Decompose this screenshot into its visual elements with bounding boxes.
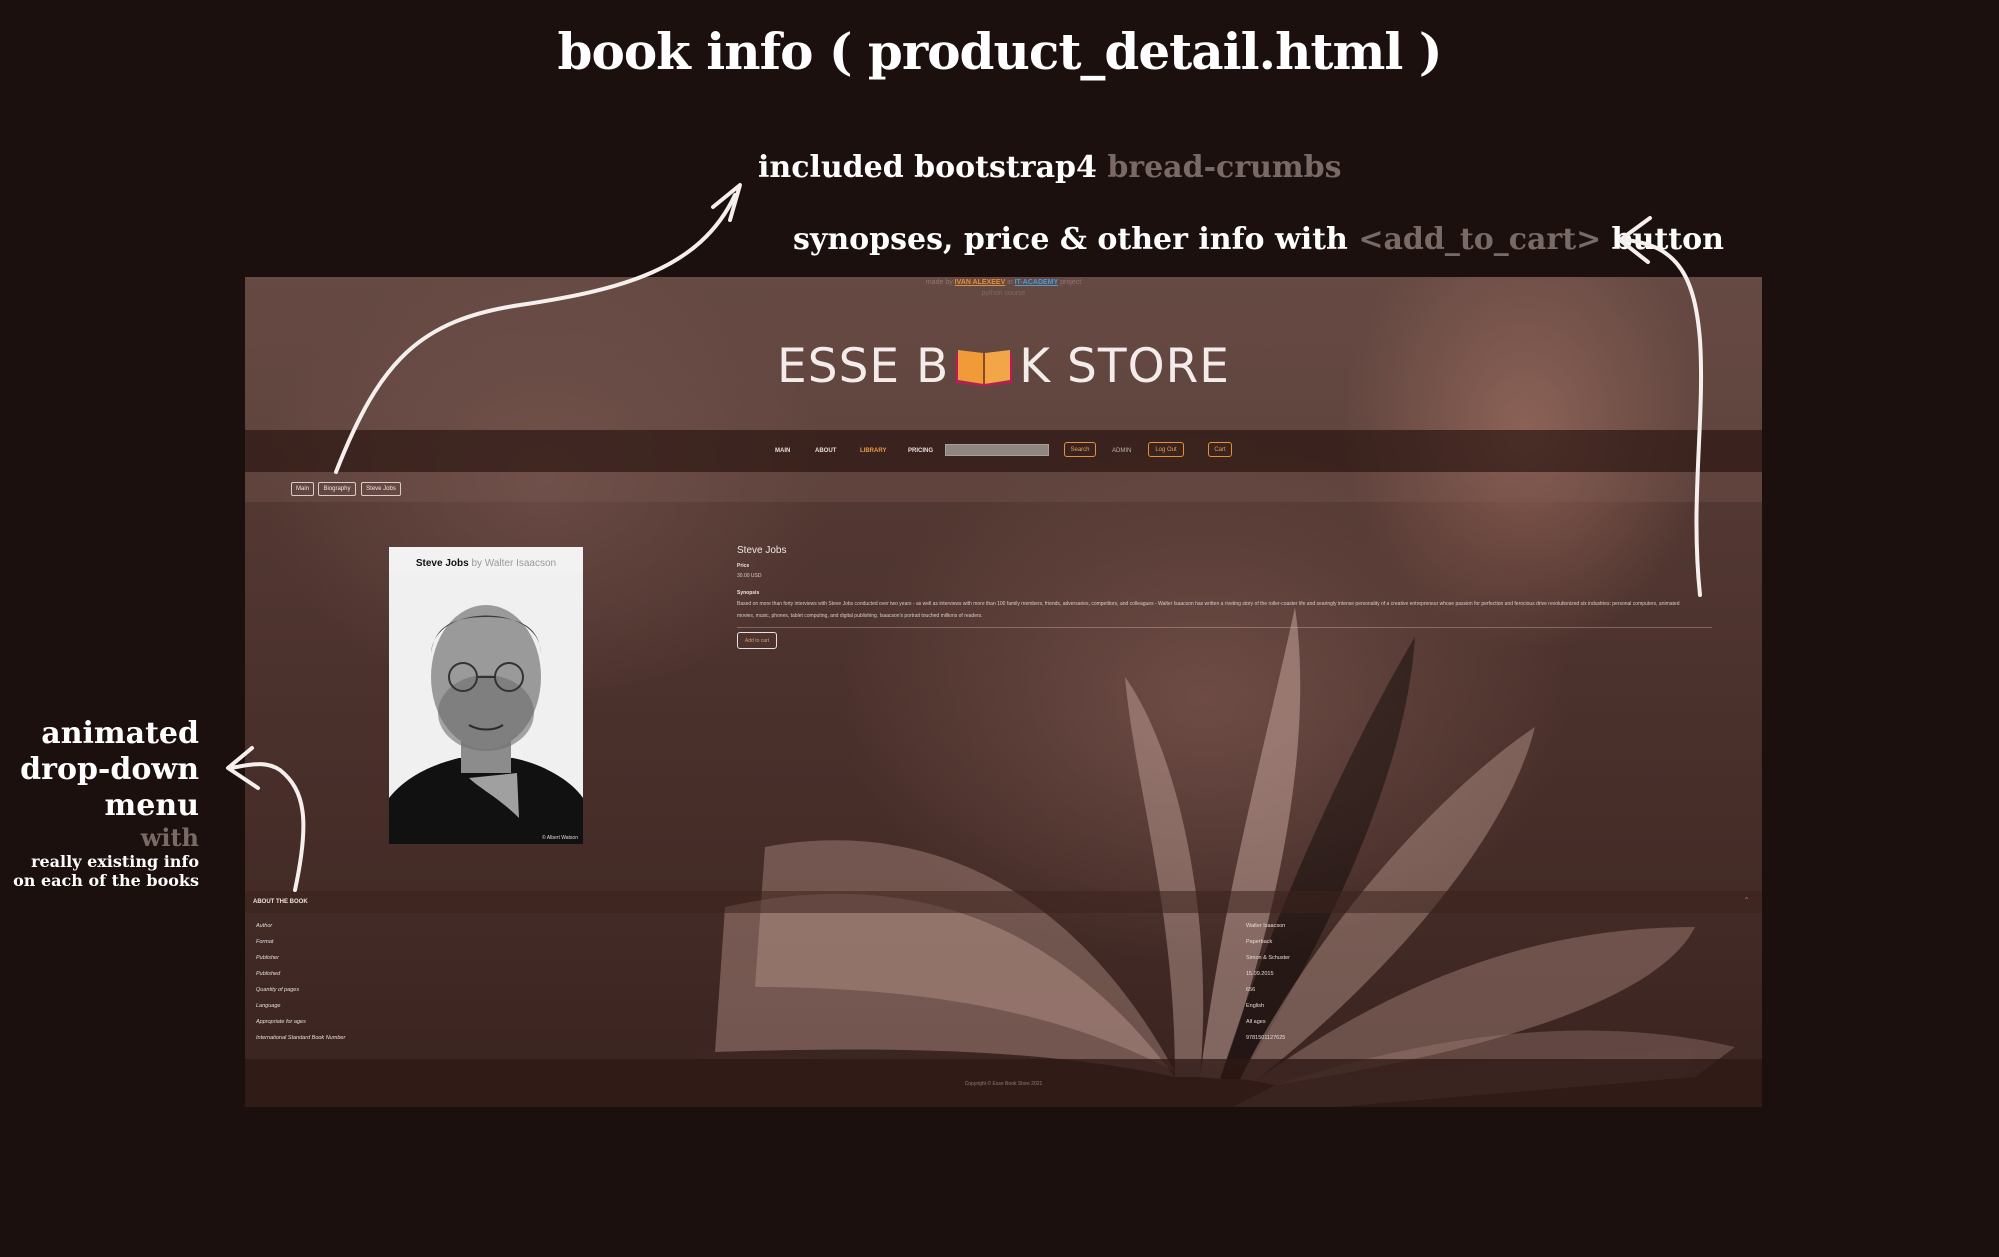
curved-arrow-icon <box>711 183 742 222</box>
curved-arrow-icon <box>1623 238 1704 597</box>
annotation-arrows <box>226 183 1704 892</box>
curved-arrow-icon <box>334 193 737 474</box>
curved-arrow-icon <box>228 762 306 892</box>
